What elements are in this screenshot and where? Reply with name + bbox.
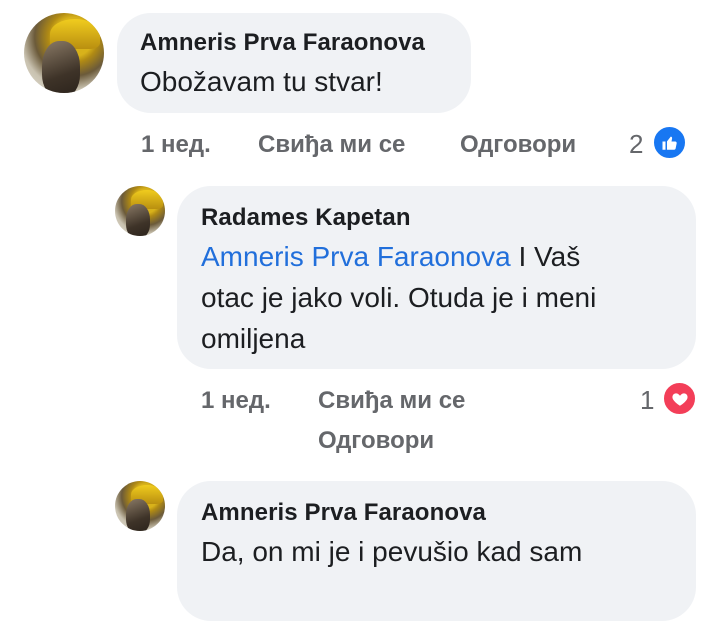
reaction-count[interactable]: 1 [640,385,654,416]
comment-author[interactable]: Radames Kapetan [201,204,411,232]
comment-text: Obožavam tu stvar! [140,66,383,97]
avatar[interactable] [115,481,165,531]
like-icon[interactable] [652,125,687,160]
mention-link[interactable]: Amneris Prva Faraonova [201,241,511,272]
reply-button[interactable]: Одговори [318,427,434,455]
comment-text-line: otac je jako voli. Otuda je i meni [201,282,597,313]
avatar[interactable] [24,13,104,93]
comment-bubble: Radames Kapetan Amneris Prva Faraonova I… [177,186,696,369]
reaction-count[interactable]: 2 [629,129,643,160]
comment-text: Amneris Prva Faraonova I Vaš otac je jak… [201,236,681,359]
comment-bubble: Amneris Prva Faraonova Obožavam tu stvar… [117,13,471,113]
avatar[interactable] [115,186,165,236]
comment-text: Da, on mi je i pevušio kad sam [201,536,583,567]
comment-author[interactable]: Amneris Prva Faraonova [140,29,425,57]
love-icon[interactable] [662,381,697,416]
comment-bubble: Amneris Prva Faraonova Da, on mi je i pe… [177,481,696,621]
comment-time[interactable]: 1 нед. [141,131,211,159]
comment-author[interactable]: Amneris Prva Faraonova [201,499,486,527]
like-button[interactable]: Свиђа ми се [318,387,465,415]
reply-button[interactable]: Одговори [460,131,576,159]
like-button[interactable]: Свиђа ми се [258,131,405,159]
comment-text-line: omiljena [201,323,306,354]
comment-time[interactable]: 1 нед. [201,387,271,415]
comment-text-line: I Vaš [510,241,581,272]
